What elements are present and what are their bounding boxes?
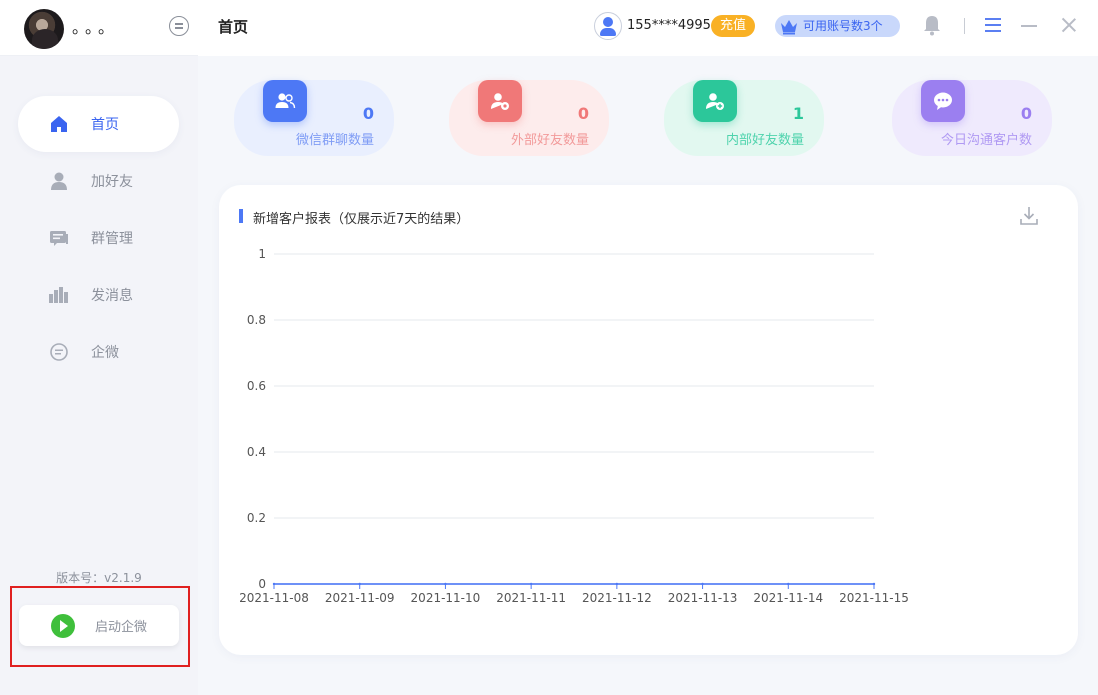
stat-card-internal-friends[interactable]: 1 内部好友数量 (664, 80, 824, 156)
x-tick-label: 2021-11-10 (411, 591, 481, 605)
sidebar-item-send-message[interactable]: 发消息 (0, 267, 198, 323)
play-icon (51, 613, 75, 638)
stat-value: 0 (1020, 104, 1032, 123)
stat-label: 外部好友数量 (510, 133, 589, 148)
data-point (701, 582, 704, 586)
sidebar-item-group-manage[interactable]: 群管理 (0, 210, 198, 266)
external-friend-icon (478, 80, 522, 122)
stat-card-external-friends[interactable]: 0 外部好友数量 (449, 80, 609, 156)
chat-bubble-icon (48, 341, 70, 363)
x-tick-label: 2021-11-12 (582, 591, 652, 605)
stat-label: 内部好友数量 (725, 133, 804, 148)
sidebar-item-label: 发消息 (91, 288, 133, 304)
group-chat-icon (48, 227, 70, 249)
header-divider (964, 18, 965, 34)
data-point (787, 582, 790, 586)
x-tick-label: 2021-11-11 (496, 591, 566, 605)
data-point (872, 582, 876, 586)
x-tick-label: 2021-11-15 (839, 591, 909, 605)
minimize-icon[interactable] (1021, 25, 1037, 27)
y-tick-label: 0.8 (247, 313, 266, 327)
home-icon (48, 113, 70, 135)
x-tick-label: 2021-11-09 (325, 591, 395, 605)
launch-label: 启动企微 (95, 620, 148, 635)
sidebar-item-home[interactable]: 首页 (18, 96, 179, 152)
stat-card-wechat-groups[interactable]: 0 微信群聊数量 (234, 80, 394, 156)
y-tick-label: 0.4 (247, 445, 266, 459)
stat-label: 微信群聊数量 (295, 133, 374, 148)
stat-value: 0 (362, 104, 374, 123)
sidebar-nav: 首页 加好友 群管理 发消息 企微 (0, 96, 198, 381)
stat-value: 1 (792, 104, 804, 123)
launch-qiwei-button[interactable]: 启动企微 (19, 605, 179, 646)
top-bar: 首页 155****4995 充值 可用账号数3个 (198, 0, 1098, 56)
data-point (358, 582, 361, 586)
accounts-label: 可用账号数3个 (803, 19, 883, 33)
version-label: 版本号：v2.1.9 (56, 571, 142, 585)
chat-icon (921, 80, 965, 122)
stat-label: 今日沟通客户数 (940, 133, 1032, 148)
message-bars-icon (48, 284, 70, 306)
chart-card: 新增客户报表（仅展示近7天的结果） 0 0.2 0.4 0.6 0.8 1 2021-11-… (219, 185, 1078, 655)
x-tick-label: 2021-11-08 (239, 591, 309, 605)
sidebar-item-label: 首页 (91, 117, 119, 133)
collapse-menu-icon[interactable] (169, 16, 189, 36)
sidebar-header: 。。。 (0, 0, 198, 56)
phone-number: 155****4995 (627, 18, 711, 33)
sidebar-item-add-friend[interactable]: 加好友 (0, 153, 198, 209)
y-tick-label: 0.6 (247, 379, 266, 393)
data-point (529, 582, 533, 586)
data-point (444, 582, 447, 586)
data-point (615, 582, 619, 586)
bell-icon[interactable] (922, 14, 942, 36)
stat-card-today-customers[interactable]: 0 今日沟通客户数 (892, 80, 1052, 156)
page-title: 首页 (218, 18, 249, 36)
sidebar-item-label: 加好友 (91, 174, 133, 190)
y-tick-label: 1 (258, 247, 266, 261)
recharge-button[interactable]: 充值 (711, 15, 755, 37)
sidebar-item-label: 群管理 (91, 231, 133, 247)
y-tick-label: 0.2 (247, 511, 266, 525)
sidebar-item-qiwei[interactable]: 企微 (0, 324, 198, 380)
accounts-badge[interactable]: 可用账号数3个 (775, 15, 900, 37)
y-tick-label: 0 (258, 577, 266, 591)
user-icon[interactable] (594, 12, 622, 40)
data-point (272, 582, 276, 586)
x-tick-label: 2021-11-14 (753, 591, 823, 605)
stat-value: 0 (577, 104, 589, 123)
menu-icon[interactable] (985, 18, 1001, 32)
line-chart: 0 0.2 0.4 0.6 0.8 1 2021-11-08 2021-11-09 2021-1… (239, 247, 909, 605)
person-icon (48, 170, 70, 192)
avatar[interactable] (24, 9, 64, 49)
group-icon (263, 80, 307, 122)
crown-icon (781, 20, 797, 35)
x-tick-label: 2021-11-13 (668, 591, 738, 605)
sidebar-item-label: 企微 (91, 345, 119, 361)
username: 。。。 (72, 18, 120, 37)
add-friend-icon (693, 80, 737, 122)
close-icon[interactable] (1061, 17, 1077, 33)
